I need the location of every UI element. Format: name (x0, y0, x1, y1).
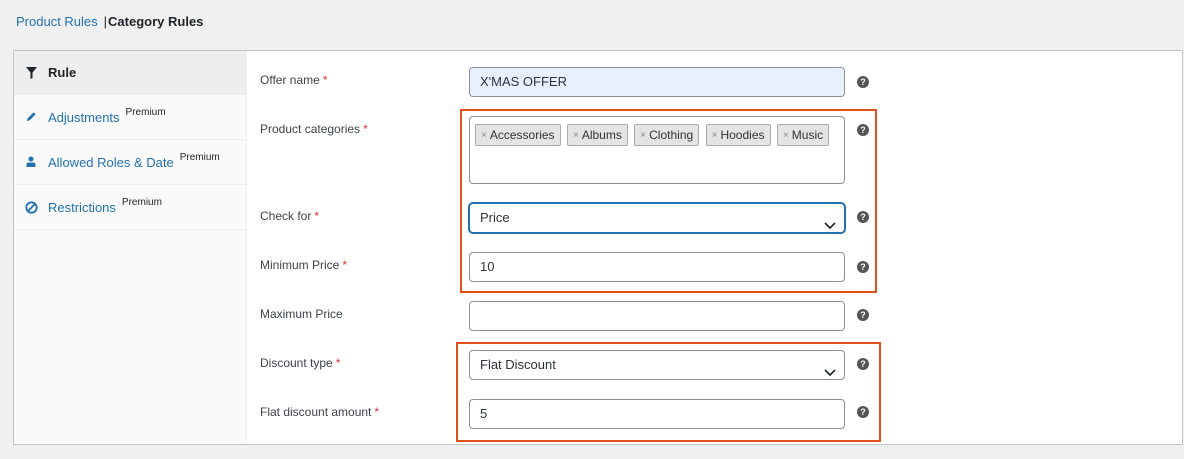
help-icon[interactable]: ? (857, 358, 869, 370)
help-icon[interactable]: ? (857, 261, 869, 273)
sidebar-item-label: Allowed Roles & Date (48, 154, 174, 170)
remove-chip-icon[interactable]: × (712, 130, 718, 141)
help-icon[interactable]: ? (857, 211, 869, 223)
sidebar-item-adjustments[interactable]: Adjustments Premium (14, 95, 246, 140)
help-icon[interactable]: ? (857, 309, 869, 321)
maximum-price-input[interactable] (469, 301, 845, 331)
premium-badge: Premium (125, 106, 166, 118)
product-rules-link[interactable]: Product Rules (16, 14, 98, 29)
discount-type-select[interactable]: Flat Discount (469, 350, 845, 380)
chevron-down-icon (824, 359, 836, 387)
sidebar-item-rule[interactable]: Rule (14, 51, 246, 95)
category-chip-clothing[interactable]: × Clothing (634, 124, 700, 146)
sidebar-item-label: Adjustments (48, 109, 120, 125)
category-chip-albums[interactable]: × Albums (566, 124, 628, 146)
sidebar: Rule Adjustments Premium Allowed Roles &… (14, 51, 247, 444)
help-icon[interactable]: ? (857, 124, 869, 136)
category-chip-hoodies[interactable]: × Hoodies (705, 124, 771, 146)
premium-badge: Premium (179, 151, 220, 163)
category-rules-current[interactable]: Category Rules (108, 14, 203, 29)
minimum-price-input[interactable]: 10 (469, 252, 845, 282)
flat-discount-amount-input[interactable]: 5 (469, 399, 845, 429)
ban-icon (24, 200, 38, 214)
remove-chip-icon[interactable]: × (481, 130, 487, 141)
rule-type-links: Product Rules |Category Rules (16, 14, 203, 29)
rule-editor-panel: Rule Adjustments Premium Allowed Roles &… (13, 50, 1183, 445)
sidebar-item-label: Restrictions (48, 199, 116, 215)
check-for-value: Price (480, 210, 510, 225)
remove-chip-icon[interactable]: × (783, 130, 789, 141)
product-categories-label: Product categories * (260, 122, 368, 136)
product-categories-multiselect[interactable]: × Accessories × Albums × Clothing × Hoodies … (469, 116, 845, 184)
discount-type-value: Flat Discount (480, 357, 556, 372)
rule-form: Offer name * X'MAS OFFER ? Product catego… (248, 51, 1182, 444)
sidebar-item-allowed-roles-date[interactable]: Allowed Roles & Date Premium (14, 140, 246, 185)
sidebar-item-label: Rule (48, 65, 77, 80)
maximum-price-label: Maximum Price (260, 307, 343, 321)
flat-discount-amount-label: Flat discount amount * (260, 405, 380, 419)
remove-chip-icon[interactable]: × (573, 130, 579, 141)
discount-type-label: Discount type * (260, 356, 341, 370)
user-icon (24, 155, 38, 169)
check-for-label: Check for * (260, 209, 320, 223)
remove-chip-icon[interactable]: × (640, 130, 646, 141)
minimum-price-label: Minimum Price * (260, 258, 348, 272)
offer-name-label: Offer name * (260, 73, 328, 87)
offer-name-input[interactable]: X'MAS OFFER (469, 67, 845, 97)
help-icon[interactable]: ? (857, 76, 869, 88)
filter-icon (24, 66, 38, 80)
premium-badge: Premium (121, 196, 162, 208)
help-icon[interactable]: ? (857, 406, 869, 418)
sidebar-item-restrictions[interactable]: Restrictions Premium (14, 185, 246, 230)
check-for-select[interactable]: Price (469, 203, 845, 233)
link-separator: | (103, 14, 108, 29)
category-chip-accessories[interactable]: × Accessories (475, 124, 561, 146)
pencil-icon (24, 110, 38, 124)
chevron-down-icon (824, 212, 836, 240)
category-chip-music[interactable]: × Music (776, 124, 830, 146)
